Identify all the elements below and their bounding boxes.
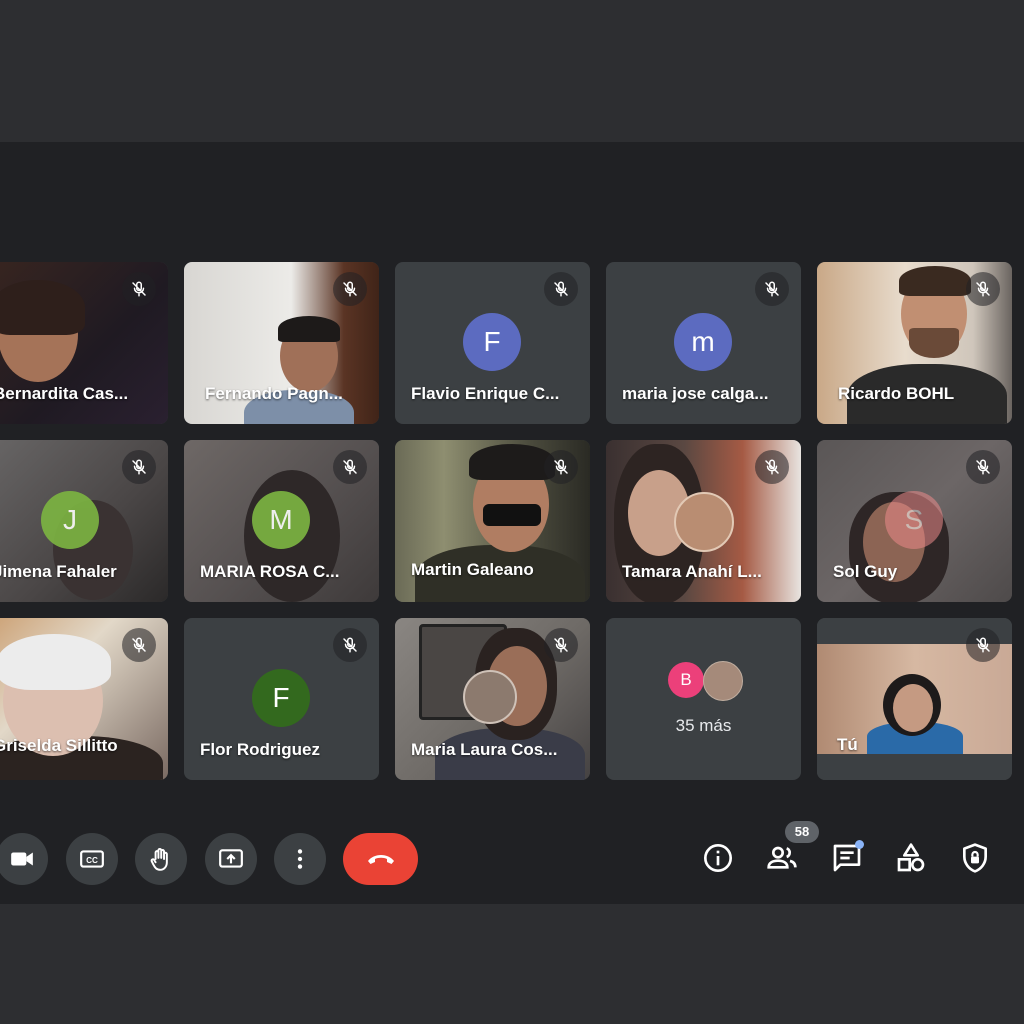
captions-icon: CC [80, 850, 104, 868]
meeting-details-button[interactable] [700, 840, 736, 876]
end-call-button[interactable] [343, 833, 418, 885]
end-call-icon [368, 855, 394, 864]
self-tile[interactable]: Tú [817, 618, 1012, 780]
participant-tile[interactable]: J Jimena Fahaler [0, 440, 168, 602]
participant-name: Tú [837, 735, 858, 754]
more-options-icon [297, 849, 303, 869]
participant-name: Maria Laura Cos... [411, 740, 558, 759]
overflow-tile[interactable]: B 35 más [606, 618, 801, 780]
beard-shape [909, 328, 959, 358]
mic-off-icon [122, 628, 156, 662]
participant-name: MARIA ROSA C... [200, 562, 340, 581]
participant-name: Jimena Fahaler [0, 562, 117, 581]
participant-tile[interactable]: Ricardo BOHL [817, 262, 1012, 424]
participant-name: Fernando Pagn... [205, 384, 343, 403]
hair-shape [0, 634, 111, 690]
mic-off-icon [966, 272, 1000, 306]
hair-shape [899, 266, 971, 296]
raise-hand-button[interactable] [135, 833, 187, 885]
host-controls-icon [963, 843, 987, 873]
mic-off-icon [755, 272, 789, 306]
participant-name: Tamara Anahí L... [622, 562, 762, 581]
participant-tile[interactable]: F Flor Rodriguez [184, 618, 379, 780]
pip-avatar [463, 670, 517, 724]
people-count-badge: 58 [785, 821, 819, 843]
person-head [893, 684, 933, 732]
participant-tile[interactable]: m maria jose calga... [606, 262, 801, 424]
present-screen-button[interactable] [205, 833, 257, 885]
participant-name: Bernardita Cas... [0, 384, 129, 403]
participant-avatar: m [674, 313, 732, 371]
mic-off-icon [966, 628, 1000, 662]
mic-off-icon [755, 450, 789, 484]
mic-off-icon [122, 272, 156, 306]
participant-tile[interactable]: M MARIA ROSA C... [184, 440, 379, 602]
host-controls-button[interactable] [957, 840, 993, 876]
mic-off-icon [333, 272, 367, 306]
overflow-photo-avatar [703, 661, 743, 701]
participant-tile[interactable]: Martin Galeano [395, 440, 590, 602]
people-button[interactable] [764, 840, 800, 876]
participant-name: Sol Guy [833, 562, 898, 581]
more-participants-label: 35 más [675, 716, 732, 735]
participant-avatar: F [252, 669, 310, 727]
participant-avatar: B [668, 662, 704, 698]
participant-avatar: M [252, 491, 310, 549]
participant-name: Flavio Enrique C... [411, 384, 560, 403]
participant-tile[interactable]: F Flavio Enrique C... [395, 262, 590, 424]
activities-icon [897, 843, 925, 872]
participant-tile[interactable]: Tamara Anahí L... [606, 440, 801, 602]
top-letterbox [0, 0, 1024, 142]
mic-off-icon [333, 628, 367, 662]
participant-name: Flor Rodriguez [200, 740, 320, 759]
participant-tile[interactable]: Bernardita Cas... [0, 262, 168, 424]
svg-text:CC: CC [86, 856, 98, 865]
mic-off-icon [966, 450, 1000, 484]
participant-avatar: F [463, 313, 521, 371]
participant-name: Martin Galeano [411, 560, 534, 579]
mic-off-icon [544, 628, 578, 662]
meet-window: Bernardita Cas... Fernando Pagn... F Fla… [0, 142, 1024, 904]
hair-shape [278, 316, 340, 342]
mic-off-icon [122, 450, 156, 484]
bottom-letterbox [0, 904, 1024, 1024]
info-icon [704, 844, 732, 872]
raise-hand-icon [150, 848, 168, 871]
chat-unread-dot [855, 840, 864, 849]
participant-name: Griselda Sillitto [0, 736, 118, 755]
captions-button[interactable]: CC [66, 833, 118, 885]
camera-icon [11, 852, 33, 866]
hair-shape [469, 444, 555, 480]
participant-avatar: J [41, 491, 99, 549]
participant-tile[interactable]: Maria Laura Cos... [395, 618, 590, 780]
participant-tile[interactable]: Griselda Sillitto [0, 618, 168, 780]
hair-shape [0, 280, 85, 335]
more-options-button[interactable] [274, 833, 326, 885]
mic-off-icon [544, 272, 578, 306]
participant-tile[interactable]: S Sol Guy [817, 440, 1012, 602]
mic-off-icon [333, 450, 367, 484]
pip-avatar [674, 492, 734, 552]
activities-button[interactable] [893, 840, 929, 876]
people-icon [767, 846, 797, 869]
glasses-shape [483, 504, 541, 526]
participant-tile[interactable]: Fernando Pagn... [184, 262, 379, 424]
participant-name: Ricardo BOHL [838, 384, 955, 403]
participant-name: maria jose calga... [622, 384, 769, 403]
present-screen-icon [219, 849, 243, 868]
mic-off-icon [544, 450, 578, 484]
participant-avatar: S [885, 491, 943, 549]
